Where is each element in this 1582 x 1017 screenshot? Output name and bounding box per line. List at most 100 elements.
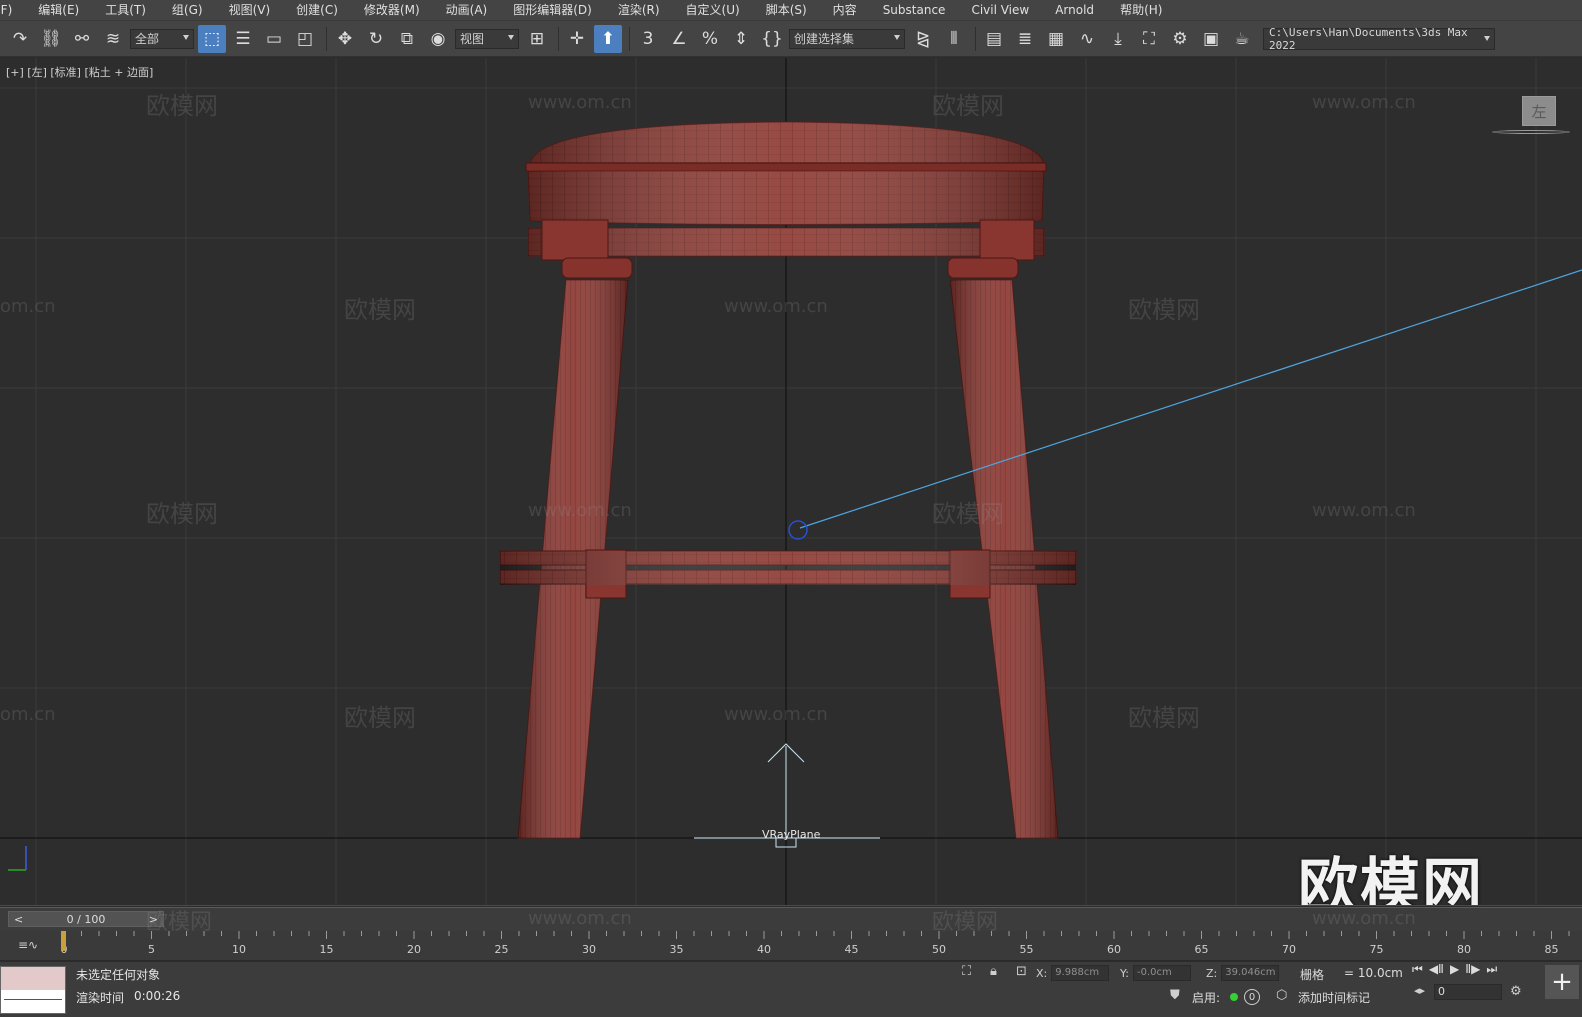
coord-z-field[interactable]: 39.046cm	[1221, 965, 1280, 981]
selection-filter-dropdown[interactable]: 全部	[130, 28, 194, 49]
bind-space-warp-icon[interactable]: ≋	[99, 25, 127, 53]
chevron-down-icon	[894, 34, 900, 40]
place-icon[interactable]: ◉	[424, 25, 452, 53]
menu-item[interactable]: 组(G)	[159, 0, 216, 20]
angle-snap-icon[interactable]: ∠	[665, 25, 693, 53]
layer-explorer-icon[interactable]: ≣	[1011, 25, 1039, 53]
absolute-mode-icon[interactable]: ⊡	[1016, 964, 1027, 979]
viewcube-ring[interactable]	[1492, 130, 1570, 134]
percent-snap-icon[interactable]: %	[696, 25, 724, 53]
ruler-tick-label: 55	[1020, 943, 1034, 956]
toggle-ribbon-icon[interactable]: ▦	[1042, 25, 1070, 53]
coord-y-field[interactable]: -0.0cm	[1132, 965, 1191, 981]
render-setup-icon[interactable]: ⚙	[1166, 25, 1194, 53]
add-time-tag[interactable]: 添加时间标记	[1298, 989, 1370, 1006]
key-mode-toggle-icon[interactable]: ◂▸	[1414, 984, 1425, 997]
isolate-selection-icon[interactable]: ⛶	[962, 964, 971, 979]
spinner-snap-icon[interactable]: ⇕	[727, 25, 755, 53]
redo-icon[interactable]: ↷	[6, 25, 34, 53]
coord-y-label: Y:	[1120, 966, 1129, 980]
window-crossing-icon[interactable]: ◰	[291, 25, 319, 53]
menu-item[interactable]: Arnold	[1042, 0, 1107, 20]
menu-item[interactable]: 图形编辑器(D)	[500, 0, 605, 20]
menu-item[interactable]: 脚本(S)	[753, 0, 820, 20]
render-time-value: 0:00:26	[134, 989, 181, 1003]
time-slider[interactable]: < 0 / 100 >	[8, 911, 164, 927]
time-configuration-icon[interactable]: ⚙	[1510, 984, 1522, 999]
adaptive-degradation-icon[interactable]: ⛊	[1170, 988, 1180, 1003]
select-by-name-icon[interactable]: ☰	[229, 25, 257, 53]
menu-item[interactable]: 编辑(E)	[25, 0, 92, 20]
toolbar-divider	[975, 26, 976, 51]
brand-logo: 欧模网	[1298, 852, 1484, 906]
keyboard-shortcut-override-icon[interactable]: ⬆	[594, 24, 622, 53]
chevron-down-icon	[508, 34, 514, 40]
mirror-icon[interactable]: ⧎	[909, 25, 937, 53]
coord-x-field[interactable]: 9.988cm	[1051, 965, 1110, 981]
schematic-view-icon[interactable]: ⤓	[1104, 25, 1132, 53]
viewport-label[interactable]: [+] [左] [标准] [粘土 + 边面]	[6, 64, 153, 80]
next-frame-icon[interactable]: Ⅱ▶	[1465, 962, 1480, 977]
menu-item[interactable]: Substance	[870, 0, 959, 20]
time-slider-prev-button[interactable]: <	[9, 913, 28, 926]
menu-item[interactable]: 渲染(R)	[605, 0, 673, 20]
previous-frame-icon[interactable]: ◀Ⅱ	[1429, 962, 1444, 977]
track-bar[interactable]: ≡∿ 0510152025303540455055606570758085	[0, 931, 1582, 961]
play-icon[interactable]: ▶	[1450, 962, 1459, 977]
coord-x: X: 9.988cm	[1036, 965, 1110, 981]
scale-icon[interactable]: ⧉	[393, 25, 421, 53]
ruler-tick-label: 75	[1370, 943, 1384, 956]
watermark: 欧模网	[146, 500, 218, 528]
coord-z-label: Z:	[1206, 966, 1218, 980]
align-icon[interactable]: ⫴	[940, 25, 968, 53]
move-icon[interactable]: ✥	[331, 25, 359, 53]
toolbar-divider	[629, 26, 630, 51]
ruler-tick-label: 40	[757, 943, 771, 956]
rendered-frame-window-icon[interactable]: ▣	[1197, 25, 1225, 53]
rotate-icon[interactable]: ↻	[362, 25, 390, 53]
unlink-icon[interactable]: ⚯	[68, 25, 96, 53]
menu-item[interactable]: Civil View	[958, 0, 1042, 20]
snaps-toggle-icon[interactable]: 3	[634, 25, 662, 53]
menu-item[interactable]: 帮助(H)	[1107, 0, 1175, 20]
playback-controls: ⏮ ◀Ⅱ ▶ Ⅱ▶ ⏭	[1412, 962, 1497, 977]
current-frame-field[interactable]: 0	[1434, 984, 1502, 1000]
viewcube[interactable]: 左	[1522, 96, 1556, 126]
select-manipulate-icon[interactable]: ✛	[563, 25, 591, 53]
maxscript-mini-listener[interactable]	[0, 966, 66, 1014]
left-viewport[interactable]: [+] [左] [标准] [粘土 + 边面] 左 欧模网 www.om.cn 欧…	[0, 58, 1582, 906]
select-object-icon[interactable]: ⬚	[198, 24, 226, 53]
edit-named-selection-icon[interactable]: {}	[758, 25, 786, 53]
axis-tripod-icon	[8, 846, 27, 871]
menu-item[interactable]: 内容	[820, 0, 870, 20]
menu-item[interactable]: 工具(T)	[92, 0, 159, 20]
link-icon[interactable]: ⛓	[37, 25, 65, 53]
go-to-start-icon[interactable]: ⏮	[1412, 962, 1423, 977]
watermark: www.om.cn	[528, 92, 632, 113]
project-folder-dropdown[interactable]: C:\Users\Han\Documents\3ds Max 2022	[1263, 26, 1495, 52]
go-to-end-icon[interactable]: ⏭	[1486, 962, 1497, 977]
menu-item[interactable]: 动画(A)	[433, 0, 501, 20]
watermark: om.cn	[0, 296, 56, 317]
ruler-tick-label: 45	[845, 943, 859, 956]
menu-item[interactable]: 视图(V)	[216, 0, 284, 20]
scene-explorer-icon[interactable]: ▤	[980, 25, 1008, 53]
menu-item[interactable]: 自定义(U)	[673, 0, 753, 20]
status-bar: 未选定任何对象 渲染时间 0:00:26 ⛶ 🔒︎ ⊡ X: 9.988cm Y…	[0, 962, 1582, 1017]
pivot-center-icon[interactable]: ⊞	[523, 25, 551, 53]
watermark: www.om.cn	[1312, 500, 1416, 521]
menu-item[interactable]: 创建(C)	[283, 0, 351, 20]
curve-editor-icon[interactable]: ∿	[1073, 25, 1101, 53]
set-key-button[interactable]: +	[1545, 965, 1579, 999]
rect-selection-region-icon[interactable]: ▭	[260, 25, 288, 53]
menu-item[interactable]: (F)	[0, 0, 25, 20]
watermark: 欧模网	[146, 910, 213, 935]
reference-coord-dropdown[interactable]: 视图	[455, 28, 519, 49]
render-production-icon[interactable]: ☕	[1228, 25, 1256, 53]
render-time-label: 渲染时间	[76, 991, 125, 1005]
material-editor-icon[interactable]: ⛶	[1135, 25, 1163, 53]
menu-item[interactable]: 修改器(M)	[351, 0, 433, 20]
lock-icon[interactable]: 🔒︎	[990, 964, 997, 979]
time-tag-icon[interactable]: ⬡	[1276, 988, 1287, 1003]
named-selection-set-dropdown[interactable]: 创建选择集	[789, 28, 905, 49]
